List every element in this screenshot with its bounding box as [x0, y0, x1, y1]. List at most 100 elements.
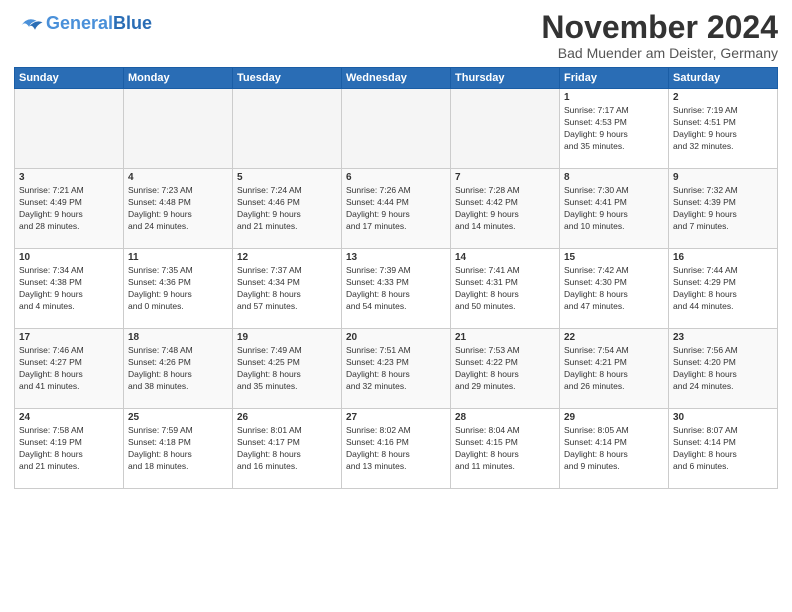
- day-number: 20: [346, 332, 446, 343]
- day-number: 23: [673, 332, 773, 343]
- day-number: 29: [564, 412, 664, 423]
- day-info: Sunrise: 7:59 AM Sunset: 4:18 PM Dayligh…: [128, 425, 228, 473]
- day-info: Sunrise: 8:07 AM Sunset: 4:14 PM Dayligh…: [673, 425, 773, 473]
- day-info: Sunrise: 7:56 AM Sunset: 4:20 PM Dayligh…: [673, 345, 773, 393]
- header-wednesday: Wednesday: [342, 68, 451, 89]
- day-number: 5: [237, 172, 337, 183]
- page: GeneralBlue November 2024 Bad Muender am…: [0, 0, 792, 612]
- header-sunday: Sunday: [15, 68, 124, 89]
- calendar-cell: 11Sunrise: 7:35 AM Sunset: 4:36 PM Dayli…: [124, 249, 233, 329]
- month-title: November 2024: [541, 10, 778, 45]
- calendar-cell: 29 Sunrise: 8:05 AM Sunset: 4:14 PM Dayli…: [560, 409, 669, 489]
- header-tuesday: Tuesday: [233, 68, 342, 89]
- day-number: 22: [564, 332, 664, 343]
- calendar-cell: 14 Sunrise: 7:41 AM Sunset: 4:31 PM Dayli…: [451, 249, 560, 329]
- calendar-cell: [124, 89, 233, 169]
- calendar-cell: 23 Sunrise: 7:56 AM Sunset: 4:20 PM Dayli…: [669, 329, 778, 409]
- day-info: Sunrise: 7:19 AM Sunset: 4:51 PM Dayligh…: [673, 105, 773, 153]
- calendar-cell: 5Sunrise: 7:24 AM Sunset: 4:46 PM Daylig…: [233, 169, 342, 249]
- logo-text: GeneralBlue: [46, 14, 152, 32]
- day-number: 16: [673, 252, 773, 263]
- calendar-cell: 7Sunrise: 7:28 AM Sunset: 4:42 PM Daylig…: [451, 169, 560, 249]
- calendar-cell: 8 Sunrise: 7:30 AM Sunset: 4:41 PM Daylig…: [560, 169, 669, 249]
- logo-icon: [14, 14, 44, 32]
- day-info: Sunrise: 7:17 AM Sunset: 4:53 PM Dayligh…: [564, 105, 664, 153]
- calendar-week-row-4: 24 Sunrise: 7:58 AM Sunset: 4:19 PM Dayli…: [15, 409, 778, 489]
- logo: GeneralBlue: [14, 10, 152, 32]
- day-number: 19: [237, 332, 337, 343]
- day-number: 2: [673, 92, 773, 103]
- day-number: 26: [237, 412, 337, 423]
- day-info: Sunrise: 7:53 AM Sunset: 4:22 PM Dayligh…: [455, 345, 555, 393]
- day-number: 21: [455, 332, 555, 343]
- day-number: 8: [564, 172, 664, 183]
- calendar-week-row-0: 1 Sunrise: 7:17 AM Sunset: 4:53 PM Daylig…: [15, 89, 778, 169]
- day-info: Sunrise: 7:46 AM Sunset: 4:27 PM Dayligh…: [19, 345, 119, 393]
- day-number: 9: [673, 172, 773, 183]
- day-number: 25: [128, 412, 228, 423]
- day-info: Sunrise: 7:30 AM Sunset: 4:41 PM Dayligh…: [564, 185, 664, 233]
- day-number: 15: [564, 252, 664, 263]
- day-info: Sunrise: 7:37 AM Sunset: 4:34 PM Dayligh…: [237, 265, 337, 313]
- day-number: 6: [346, 172, 446, 183]
- calendar-cell: 22 Sunrise: 7:54 AM Sunset: 4:21 PM Dayli…: [560, 329, 669, 409]
- calendar-cell: [451, 89, 560, 169]
- day-number: 30: [673, 412, 773, 423]
- day-info: Sunrise: 8:02 AM Sunset: 4:16 PM Dayligh…: [346, 425, 446, 473]
- header-friday: Friday: [560, 68, 669, 89]
- calendar-cell: 6 Sunrise: 7:26 AM Sunset: 4:44 PM Daylig…: [342, 169, 451, 249]
- location: Bad Muender am Deister, Germany: [541, 45, 778, 61]
- header-monday: Monday: [124, 68, 233, 89]
- day-number: 12: [237, 252, 337, 263]
- day-info: Sunrise: 8:01 AM Sunset: 4:17 PM Dayligh…: [237, 425, 337, 473]
- calendar-cell: 27Sunrise: 8:02 AM Sunset: 4:16 PM Dayli…: [342, 409, 451, 489]
- calendar-cell: 15 Sunrise: 7:42 AM Sunset: 4:30 PM Dayli…: [560, 249, 669, 329]
- calendar-cell: 2 Sunrise: 7:19 AM Sunset: 4:51 PM Daylig…: [669, 89, 778, 169]
- calendar-week-row-3: 17 Sunrise: 7:46 AM Sunset: 4:27 PM Dayli…: [15, 329, 778, 409]
- calendar-cell: [233, 89, 342, 169]
- day-number: 28: [455, 412, 555, 423]
- day-info: Sunrise: 7:26 AM Sunset: 4:44 PM Dayligh…: [346, 185, 446, 233]
- header-thursday: Thursday: [451, 68, 560, 89]
- day-info: Sunrise: 7:34 AM Sunset: 4:38 PM Dayligh…: [19, 265, 119, 313]
- calendar-cell: 25 Sunrise: 7:59 AM Sunset: 4:18 PM Dayli…: [124, 409, 233, 489]
- day-info: Sunrise: 7:44 AM Sunset: 4:29 PM Dayligh…: [673, 265, 773, 313]
- day-number: 24: [19, 412, 119, 423]
- calendar-cell: 30 Sunrise: 8:07 AM Sunset: 4:14 PM Dayli…: [669, 409, 778, 489]
- day-info: Sunrise: 7:58 AM Sunset: 4:19 PM Dayligh…: [19, 425, 119, 473]
- day-number: 17: [19, 332, 119, 343]
- day-number: 1: [564, 92, 664, 103]
- day-number: 3: [19, 172, 119, 183]
- day-number: 11: [128, 252, 228, 263]
- day-info: Sunrise: 8:05 AM Sunset: 4:14 PM Dayligh…: [564, 425, 664, 473]
- calendar-cell: 24 Sunrise: 7:58 AM Sunset: 4:19 PM Dayli…: [15, 409, 124, 489]
- day-number: 18: [128, 332, 228, 343]
- day-number: 4: [128, 172, 228, 183]
- calendar-cell: 10Sunrise: 7:34 AM Sunset: 4:38 PM Dayli…: [15, 249, 124, 329]
- day-info: Sunrise: 8:04 AM Sunset: 4:15 PM Dayligh…: [455, 425, 555, 473]
- calendar-cell: 13Sunrise: 7:39 AM Sunset: 4:33 PM Dayli…: [342, 249, 451, 329]
- calendar-cell: 1 Sunrise: 7:17 AM Sunset: 4:53 PM Daylig…: [560, 89, 669, 169]
- day-info: Sunrise: 7:54 AM Sunset: 4:21 PM Dayligh…: [564, 345, 664, 393]
- logo-general: General: [46, 13, 113, 33]
- calendar-cell: 19Sunrise: 7:49 AM Sunset: 4:25 PM Dayli…: [233, 329, 342, 409]
- calendar-cell: 26 Sunrise: 8:01 AM Sunset: 4:17 PM Dayli…: [233, 409, 342, 489]
- calendar-cell: 18 Sunrise: 7:48 AM Sunset: 4:26 PM Dayli…: [124, 329, 233, 409]
- calendar-cell: 12 Sunrise: 7:37 AM Sunset: 4:34 PM Dayli…: [233, 249, 342, 329]
- day-info: Sunrise: 7:21 AM Sunset: 4:49 PM Dayligh…: [19, 185, 119, 233]
- day-info: Sunrise: 7:23 AM Sunset: 4:48 PM Dayligh…: [128, 185, 228, 233]
- title-block: November 2024 Bad Muender am Deister, Ge…: [541, 10, 778, 61]
- day-info: Sunrise: 7:41 AM Sunset: 4:31 PM Dayligh…: [455, 265, 555, 313]
- calendar-cell: 17 Sunrise: 7:46 AM Sunset: 4:27 PM Dayli…: [15, 329, 124, 409]
- calendar-week-row-2: 10Sunrise: 7:34 AM Sunset: 4:38 PM Dayli…: [15, 249, 778, 329]
- day-number: 13: [346, 252, 446, 263]
- calendar-cell: 21 Sunrise: 7:53 AM Sunset: 4:22 PM Dayli…: [451, 329, 560, 409]
- day-info: Sunrise: 7:32 AM Sunset: 4:39 PM Dayligh…: [673, 185, 773, 233]
- calendar-cell: 4 Sunrise: 7:23 AM Sunset: 4:48 PM Daylig…: [124, 169, 233, 249]
- calendar-table: Sunday Monday Tuesday Wednesday Thursday…: [14, 67, 778, 489]
- day-info: Sunrise: 7:48 AM Sunset: 4:26 PM Dayligh…: [128, 345, 228, 393]
- day-info: Sunrise: 7:42 AM Sunset: 4:30 PM Dayligh…: [564, 265, 664, 313]
- day-number: 14: [455, 252, 555, 263]
- header: GeneralBlue November 2024 Bad Muender am…: [14, 10, 778, 61]
- calendar-cell: [15, 89, 124, 169]
